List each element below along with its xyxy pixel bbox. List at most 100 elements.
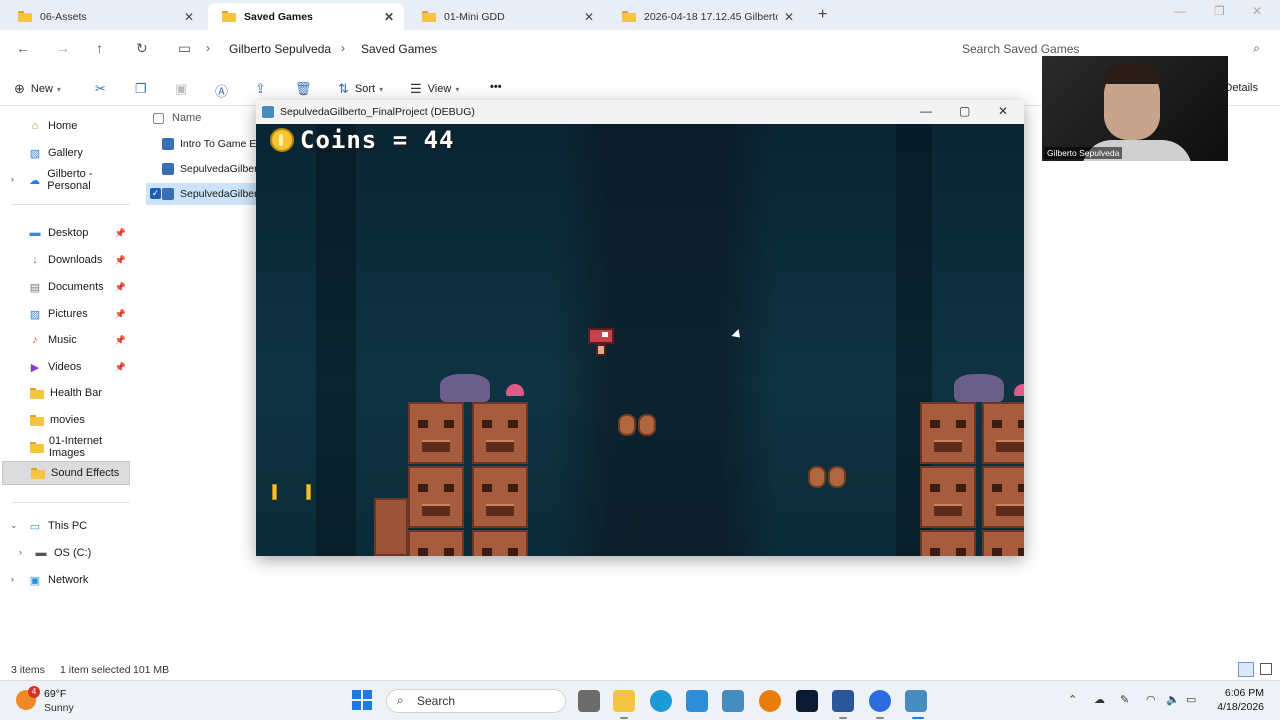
volume-icon[interactable]: 🔈 xyxy=(1166,693,1180,706)
sidebar-item-documents[interactable]: ▤ Documents 📌 xyxy=(0,275,134,299)
pin-icon[interactable]: 📌 xyxy=(115,309,126,320)
background-pillar xyxy=(316,124,356,556)
pen-icon[interactable]: ✎ xyxy=(1120,693,1129,706)
sidebar-item-home[interactable]: ⌂ Home xyxy=(0,114,134,138)
godot-file-icon xyxy=(162,163,174,175)
barrel-sprite xyxy=(618,414,636,436)
details-view-icon[interactable] xyxy=(1238,662,1254,677)
chevron-up-icon[interactable]: ⌃ xyxy=(1068,693,1077,706)
share-icon[interactable]: ⇪ xyxy=(255,81,272,97)
game-viewport[interactable]: Coins = 44 xyxy=(256,124,1024,556)
restore-icon[interactable]: ❐ xyxy=(1214,4,1225,18)
task-view-icon[interactable] xyxy=(578,690,600,712)
sidebar-item-gallery[interactable]: ▧ Gallery xyxy=(0,141,134,165)
computer-icon[interactable]: ▭ xyxy=(178,40,191,57)
file-row-selected[interactable]: ✓ SepulvedaGilberto xyxy=(146,183,262,205)
breadcrumb-user[interactable]: Gilberto Sepulveda xyxy=(229,42,331,56)
wifi-icon[interactable]: ◠ xyxy=(1146,693,1156,706)
close-icon[interactable]: ✕ xyxy=(784,10,794,24)
sort-button[interactable]: ⇅ Sort ▾ xyxy=(338,81,383,97)
file-explorer-icon[interactable] xyxy=(613,690,635,712)
network-icon: ▣ xyxy=(29,574,41,587)
zoom-icon[interactable] xyxy=(869,690,891,712)
weather-temperature[interactable]: 69°F xyxy=(44,688,66,700)
sidebar-item-internet-images[interactable]: 01-Internet Images xyxy=(0,435,134,459)
cut-icon[interactable]: ✂ xyxy=(95,81,112,97)
weather-description[interactable]: Sunny xyxy=(44,702,74,714)
search-icon: ⌕ xyxy=(397,693,404,707)
tab-saved-games[interactable]: Saved Games ✕ xyxy=(208,3,404,30)
details-button[interactable]: Details xyxy=(1224,82,1258,94)
sidebar-item-health-bar[interactable]: Health Bar xyxy=(0,381,134,405)
pin-icon[interactable]: 📌 xyxy=(115,362,126,373)
new-button[interactable]: ⊕ New ▾ xyxy=(14,81,61,97)
close-icon[interactable]: ✕ xyxy=(584,10,594,24)
taskbar-search[interactable]: ⌕ Search xyxy=(386,689,566,713)
edge-icon[interactable] xyxy=(650,690,672,712)
refresh-icon[interactable]: ↻ xyxy=(136,40,148,57)
breadcrumb-saved-games[interactable]: Saved Games xyxy=(361,42,437,56)
tab-06-assets[interactable]: 06-Assets ✕ xyxy=(4,3,204,30)
maximize-icon[interactable]: ▢ xyxy=(959,104,970,118)
godot-icon[interactable] xyxy=(722,690,744,712)
tab-mini-gdd[interactable]: 01-Mini GDD ✕ xyxy=(408,3,604,30)
more-options-button[interactable]: ••• xyxy=(490,81,502,93)
document-icon: ▤ xyxy=(29,281,41,294)
sidebar-item-videos[interactable]: ▶ Videos 📌 xyxy=(0,355,134,379)
sidebar-item-pictures[interactable]: ▨ Pictures 📌 xyxy=(0,302,134,326)
tiles-view-icon[interactable] xyxy=(1260,663,1272,675)
game-window-titlebar[interactable]: SepulvedaGilberto_FinalProject (DEBUG) —… xyxy=(256,100,1024,124)
clock-time[interactable]: 6:06 PM xyxy=(1225,687,1264,699)
close-icon[interactable]: ✕ xyxy=(384,10,394,24)
godot-running-icon[interactable] xyxy=(905,690,927,712)
file-row[interactable]: SepulvedaGilberto xyxy=(146,158,262,180)
pin-icon[interactable]: 📌 xyxy=(115,228,126,239)
download-icon: ↓ xyxy=(32,254,38,266)
pin-icon[interactable]: 📌 xyxy=(115,335,126,346)
sidebar-item-sound-effects[interactable]: Sound Effects xyxy=(2,461,130,485)
sidebar-item-onedrive[interactable]: ☁ Gilberto - Personal xyxy=(0,168,134,192)
pin-icon[interactable]: 📌 xyxy=(115,282,126,293)
sidebar-item-os-c[interactable]: ▬ OS (C:) xyxy=(0,541,134,565)
sidebar-item-label: Sound Effects xyxy=(51,467,120,479)
close-icon[interactable]: ✕ xyxy=(998,104,1008,118)
clock-date[interactable]: 4/18/2026 xyxy=(1217,701,1264,713)
tab-recording-folder[interactable]: 2026-04-18 17.12.45 Gilberto Se ✕ xyxy=(608,3,804,30)
sidebar-item-desktop[interactable]: ▬ Desktop 📌 xyxy=(0,221,134,245)
copy-icon[interactable]: ❐ xyxy=(135,81,153,97)
rename-icon[interactable]: Ⓐ xyxy=(215,81,234,100)
view-button[interactable]: ☰ View ▾ xyxy=(410,81,459,97)
select-all-checkbox[interactable] xyxy=(153,113,164,124)
blender-icon[interactable] xyxy=(759,690,781,712)
sidebar-item-label: This PC xyxy=(48,520,88,532)
onedrive-icon[interactable]: ☁ xyxy=(1094,693,1105,706)
photoshop-icon[interactable] xyxy=(796,690,818,712)
delete-icon[interactable]: 🗑 xyxy=(295,81,318,97)
godot-file-icon xyxy=(162,138,174,150)
sidebar-item-movies[interactable]: movies xyxy=(0,408,134,432)
word-icon[interactable] xyxy=(832,690,854,712)
battery-icon[interactable]: ▭ xyxy=(1186,693,1196,706)
sort-icon: ⇅ xyxy=(338,81,349,96)
pin-icon[interactable]: 📌 xyxy=(115,255,126,266)
tab-label: 01-Mini GDD xyxy=(444,10,505,23)
mail-app-icon[interactable] xyxy=(686,690,708,712)
view-icon: ☰ xyxy=(410,81,422,96)
sidebar-item-downloads[interactable]: ↓ Downloads 📌 xyxy=(0,248,134,272)
paste-icon[interactable]: ▣ xyxy=(175,81,193,97)
add-tab-button[interactable]: + xyxy=(818,6,827,24)
up-arrow-icon[interactable]: ↑ xyxy=(96,40,103,56)
forward-arrow-icon[interactable]: → xyxy=(56,40,70,56)
column-header-name[interactable]: Name xyxy=(172,112,201,124)
back-arrow-icon[interactable]: ← xyxy=(16,40,30,56)
start-button[interactable] xyxy=(352,690,372,710)
sidebar-item-network[interactable]: ▣ Network xyxy=(0,568,134,592)
close-icon[interactable]: ✕ xyxy=(184,10,194,24)
row-checkbox[interactable]: ✓ xyxy=(150,188,161,199)
sidebar-item-this-pc[interactable]: ▭ This PC xyxy=(0,514,134,538)
file-row[interactable]: Intro To Game Eng xyxy=(146,133,262,155)
minimize-icon[interactable]: — xyxy=(1174,4,1186,18)
sidebar-item-music[interactable]: ♪ Music 📌 xyxy=(0,328,134,352)
close-window-icon[interactable]: ✕ xyxy=(1252,4,1262,18)
minimize-icon[interactable]: — xyxy=(920,104,932,118)
